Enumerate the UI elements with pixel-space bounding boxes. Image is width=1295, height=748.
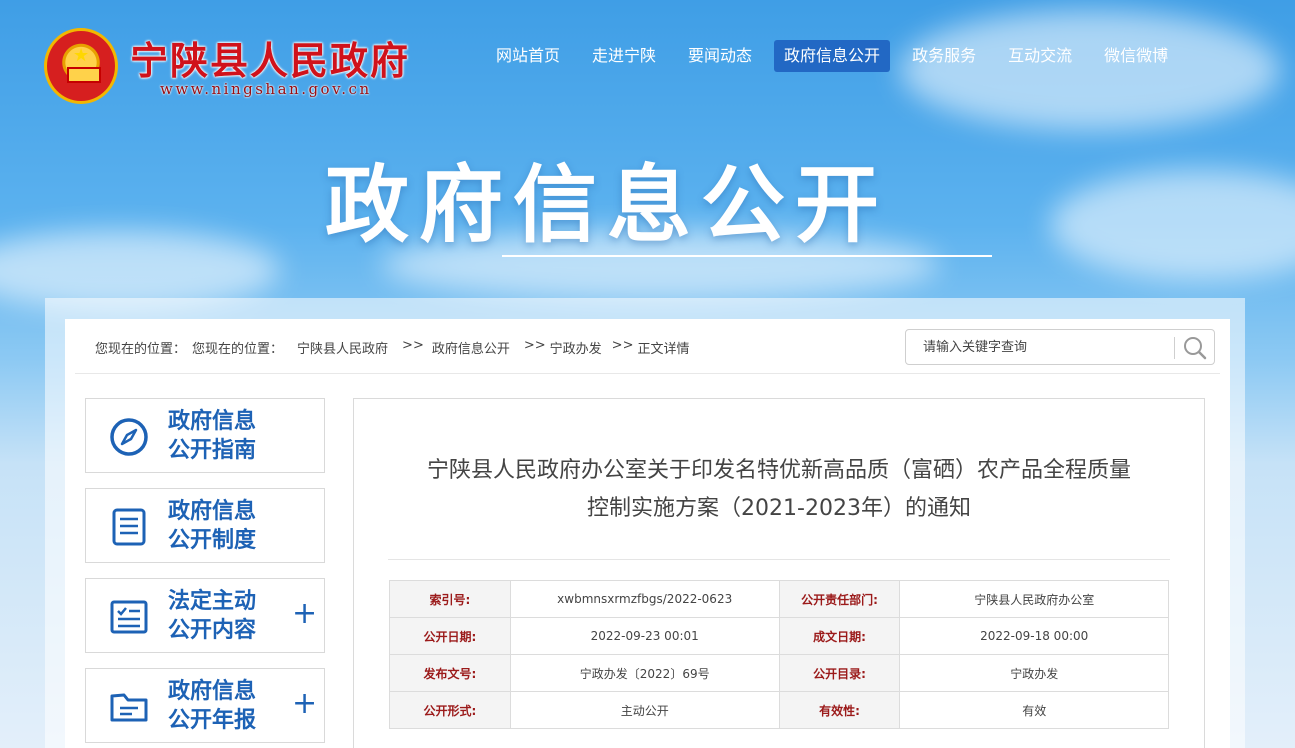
breadcrumb-info-disclosure[interactable]: 政府信息公开 xyxy=(432,338,510,357)
nav-item-about[interactable]: 走进宁陕 xyxy=(582,40,666,72)
sidebar-item-annual-report[interactable]: 政府信息 公开年报 + xyxy=(85,668,325,743)
checklist-icon xyxy=(110,600,148,634)
breadcrumb-home[interactable]: 宁陕县人民政府 xyxy=(297,338,388,357)
site-title[interactable]: 宁陕县人民政府 xyxy=(130,30,410,85)
expand-plus-icon[interactable]: + xyxy=(292,689,317,719)
table-row: 索引号: xwbmnsxrmzfbgs/2022-0623 公开责任部门: 宁陕… xyxy=(389,580,1169,618)
folder-icon xyxy=(110,693,148,722)
search-icon xyxy=(1184,337,1207,360)
sidebar-label-line1: 法定主动 xyxy=(168,589,257,614)
meta-key: 索引号: xyxy=(389,580,511,618)
site-url: www.ningshan.gov.cn xyxy=(160,80,372,98)
nav-item-info-disclosure[interactable]: 政府信息公开 xyxy=(774,40,891,72)
nav-item-news[interactable]: 要闻动态 xyxy=(678,40,762,72)
breadcrumb-separator: >> xyxy=(523,338,546,353)
meta-key: 公开形式: xyxy=(389,691,511,729)
nav-item-home[interactable]: 网站首页 xyxy=(486,40,570,72)
breadcrumb-prefix: 您现在的位置： xyxy=(95,342,187,357)
breadcrumb: 您现在的位置： 您现在的位置： 宁陕县人民政府 >> 政府信息公开 >> 宁政办… xyxy=(95,338,695,357)
meta-key: 有效性: xyxy=(778,691,901,729)
sidebar-label-line1: 政府信息 xyxy=(168,679,257,704)
star-icon: ★ xyxy=(73,45,90,66)
meta-value: xwbmnsxrmzfbgs/2022-0623 xyxy=(509,580,780,618)
sidebar-item-disclosure-system[interactable]: 政府信息 公开制度 xyxy=(85,488,325,563)
table-row: 发布文号: 宁政办发〔2022〕69号 公开目录: 宁政办发 xyxy=(389,654,1169,692)
expand-plus-icon[interactable]: + xyxy=(292,599,317,629)
sidebar-label: 法定主动 公开内容 xyxy=(168,587,278,645)
sidebar-label: 政府信息 公开制度 xyxy=(168,497,278,555)
meta-value: 有效 xyxy=(899,691,1169,729)
search-button[interactable] xyxy=(1182,336,1208,360)
sidebar-label-line1: 政府信息 xyxy=(168,409,257,434)
meta-value: 2022-09-23 00:01 xyxy=(509,617,780,655)
article-title-line1: 宁陕县人民政府办公室关于印发名特优新高品质（富硒）农产品全程质量 xyxy=(426,458,1131,483)
search-divider xyxy=(1174,337,1175,359)
meta-key: 公开目录: xyxy=(778,654,901,692)
document-list-icon xyxy=(112,508,146,546)
sidebar-label-line2: 公开年报 xyxy=(168,708,257,733)
meta-key: 公开日期: xyxy=(389,617,511,655)
table-row: 公开日期: 2022-09-23 00:01 成文日期: 2022-09-18 … xyxy=(389,617,1169,655)
nav-item-services[interactable]: 政务服务 xyxy=(902,40,986,72)
sidebar-item-statutory-content[interactable]: 法定主动 公开内容 + xyxy=(85,578,325,653)
hero-underline xyxy=(502,255,992,257)
tiananmen-gate-icon xyxy=(67,67,101,83)
nav-item-wechat-weibo[interactable]: 微信微博 xyxy=(1094,40,1178,72)
search-box xyxy=(905,329,1215,365)
meta-key: 发布文号: xyxy=(389,654,511,692)
nav-item-interaction[interactable]: 互动交流 xyxy=(998,40,1082,72)
meta-value: 主动公开 xyxy=(509,691,780,729)
national-emblem-logo[interactable]: ★ xyxy=(44,28,118,104)
sidebar-item-disclosure-guide[interactable]: 政府信息 公开指南 xyxy=(85,398,325,473)
breadcrumb-category[interactable]: 宁政办发 xyxy=(550,338,602,357)
article-title: 宁陕县人民政府办公室关于印发名特优新高品质（富硒）农产品全程质量 控制实施方案（… xyxy=(388,452,1170,528)
sidebar-label: 政府信息 公开年报 xyxy=(168,677,278,735)
article-title-line2: 控制实施方案（2021-2023年）的通知 xyxy=(587,496,971,521)
sidebar-label-line1: 政府信息 xyxy=(168,499,257,524)
meta-key: 成文日期: xyxy=(778,617,901,655)
table-row: 公开形式: 主动公开 有效性: 有效 xyxy=(389,691,1169,729)
breadcrumb-separator: >> xyxy=(402,338,424,353)
search-input[interactable] xyxy=(907,331,1172,363)
hero-title: 政府信息公开 xyxy=(324,156,889,254)
title-divider xyxy=(388,559,1170,560)
breadcrumb-separator: >> xyxy=(611,338,634,353)
meta-value: 2022-09-18 00:00 xyxy=(899,617,1169,655)
sidebar-label-line2: 公开指南 xyxy=(168,438,257,463)
main-nav: 网站首页 走进宁陕 要闻动态 政府信息公开 政务服务 互动交流 微信微博 xyxy=(486,40,1190,72)
breadcrumb-divider xyxy=(75,373,1220,374)
sidebar-label-line2: 公开制度 xyxy=(168,528,257,553)
meta-value: 宁陕县人民政府办公室 xyxy=(899,580,1169,618)
breadcrumb-current: 正文详情 xyxy=(637,342,690,357)
sidebar-label-line2: 公开内容 xyxy=(168,618,257,643)
breadcrumb-prefix-2: 您现在的位置： xyxy=(192,342,284,357)
sidebar-label: 政府信息 公开指南 xyxy=(168,407,278,465)
meta-value: 宁政办发 xyxy=(899,654,1169,692)
meta-value: 宁政办发〔2022〕69号 xyxy=(509,654,780,692)
document-metadata-table: 索引号: xwbmnsxrmzfbgs/2022-0623 公开责任部门: 宁陕… xyxy=(389,580,1169,729)
compass-icon xyxy=(110,418,148,456)
meta-key: 公开责任部门: xyxy=(778,580,901,618)
